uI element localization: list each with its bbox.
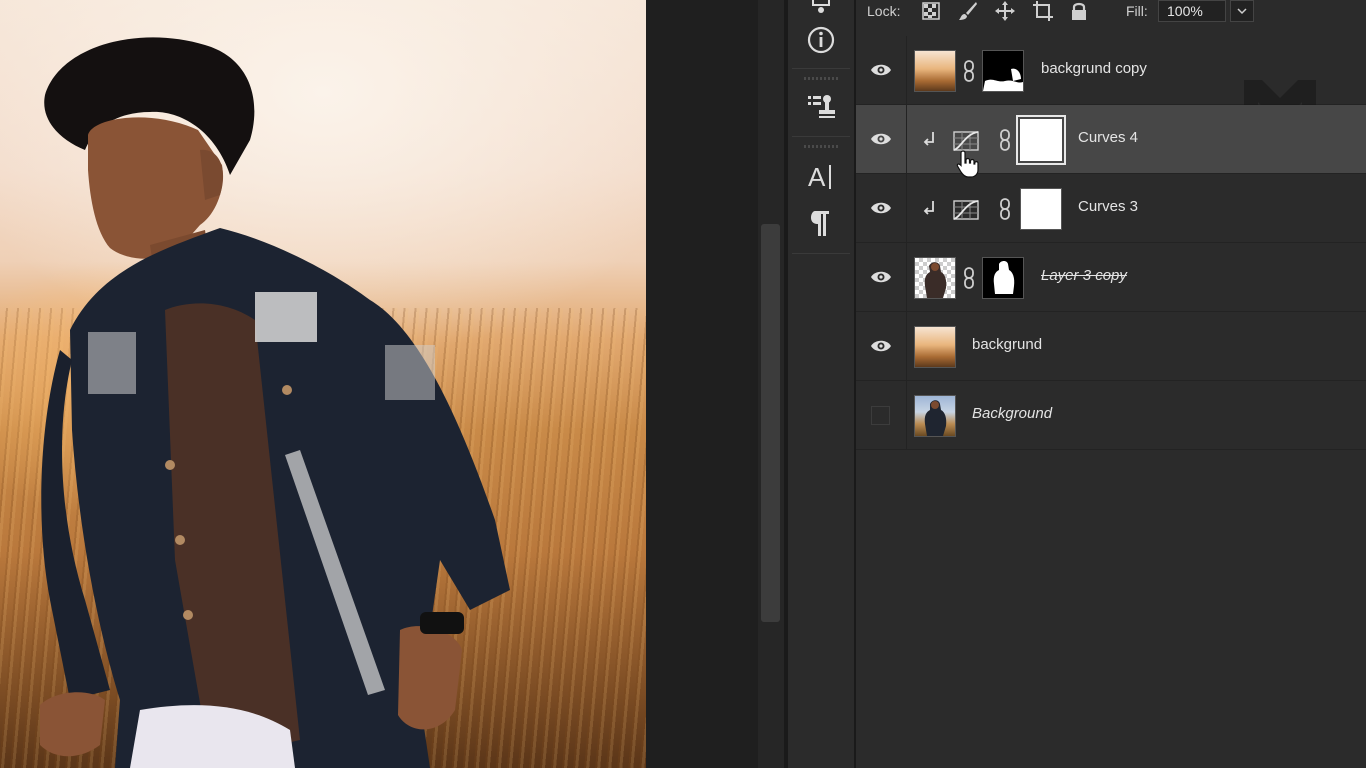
eye-icon xyxy=(871,202,891,214)
visibility-toggle[interactable] xyxy=(856,174,906,242)
person-photo xyxy=(40,37,510,768)
eye-icon xyxy=(871,64,891,76)
fill-opacity-input[interactable]: 100% xyxy=(1158,0,1226,22)
panel-grip[interactable] xyxy=(804,145,838,148)
layer-row[interactable]: backgrund xyxy=(856,312,1366,381)
panel-separator xyxy=(792,68,850,69)
lock-label: Lock: xyxy=(867,3,901,19)
mask-link-icon[interactable] xyxy=(998,128,1012,152)
layers-panel: Lock: Fill: 100% backgrund copy Curves 4… xyxy=(856,0,1366,768)
visibility-toggle[interactable] xyxy=(856,312,906,380)
layer-mask-thumbnail[interactable] xyxy=(982,50,1024,92)
paragraph-icon[interactable] xyxy=(801,203,841,243)
layer-mask-thumbnail-selected[interactable] xyxy=(1016,115,1066,165)
eye-icon xyxy=(871,340,891,352)
fill-label: Fill: xyxy=(1126,3,1148,19)
layer-name[interactable]: backgrund copy xyxy=(1041,60,1147,77)
layer-thumbnail[interactable] xyxy=(914,50,956,92)
layer-row[interactable]: Background xyxy=(856,381,1366,450)
layer-mask-thumbnail[interactable] xyxy=(982,257,1024,299)
lock-transparent-pixels-icon[interactable] xyxy=(920,0,942,22)
layer-thumbnail[interactable] xyxy=(914,257,956,299)
layer-comps-icon[interactable] xyxy=(801,0,841,22)
layer-thumbnail[interactable] xyxy=(914,395,956,437)
document-canvas[interactable] xyxy=(0,0,646,768)
visibility-toggle-off[interactable] xyxy=(871,406,890,425)
layer-row[interactable]: Curves 3 xyxy=(856,174,1366,243)
clone-source-icon[interactable] xyxy=(801,86,841,126)
layer-thumbnail[interactable] xyxy=(914,326,956,368)
lock-all-padlock-icon[interactable] xyxy=(1068,0,1090,22)
canvas-vertical-scrollbar[interactable] xyxy=(758,0,784,768)
panel-separator xyxy=(792,136,850,137)
panel-grip[interactable] xyxy=(804,77,838,80)
lock-position-move-icon[interactable] xyxy=(994,0,1016,22)
svg-text:A: A xyxy=(808,162,826,191)
curves-adjustment-icon[interactable] xyxy=(953,131,979,151)
fill-dropdown-button[interactable] xyxy=(1230,0,1254,22)
layer-name[interactable]: Background xyxy=(972,405,1052,422)
layer-row[interactable]: Layer 3 copy xyxy=(856,243,1366,312)
layer-row-selected[interactable]: Curves 4 xyxy=(856,105,1366,178)
eye-icon xyxy=(871,133,891,145)
scrollbar-thumb[interactable] xyxy=(761,224,780,622)
visibility-toggle[interactable] xyxy=(856,243,906,311)
layer-row[interactable]: backgrund copy xyxy=(856,36,1366,136)
layer-name[interactable]: backgrund xyxy=(972,336,1042,353)
mask-link-icon[interactable] xyxy=(962,59,976,83)
mask-link-icon[interactable] xyxy=(998,197,1012,221)
character-icon[interactable]: A xyxy=(801,156,841,196)
layer-mask-thumbnail[interactable] xyxy=(1020,188,1062,230)
curves-adjustment-icon[interactable] xyxy=(953,200,979,220)
eye-icon xyxy=(871,271,891,283)
collapsed-panel-strip: A xyxy=(788,0,856,768)
info-icon[interactable] xyxy=(801,20,841,60)
panel-separator xyxy=(792,253,850,254)
layer-name[interactable]: Layer 3 copy xyxy=(1041,267,1127,284)
lock-image-pixels-brush-icon[interactable] xyxy=(957,0,979,22)
clipping-mask-arrow-icon xyxy=(923,132,934,146)
lock-bar: Lock: Fill: 100% xyxy=(856,0,1366,30)
layer-name[interactable]: Curves 4 xyxy=(1078,129,1138,146)
clipping-mask-arrow-icon xyxy=(923,201,934,215)
visibility-toggle[interactable] xyxy=(856,105,906,173)
mask-link-icon[interactable] xyxy=(962,266,976,290)
lock-artboard-crop-icon[interactable] xyxy=(1032,0,1054,22)
visibility-toggle[interactable] xyxy=(856,36,906,104)
canvas-pasteboard xyxy=(646,0,758,768)
layer-name[interactable]: Curves 3 xyxy=(1078,198,1138,215)
